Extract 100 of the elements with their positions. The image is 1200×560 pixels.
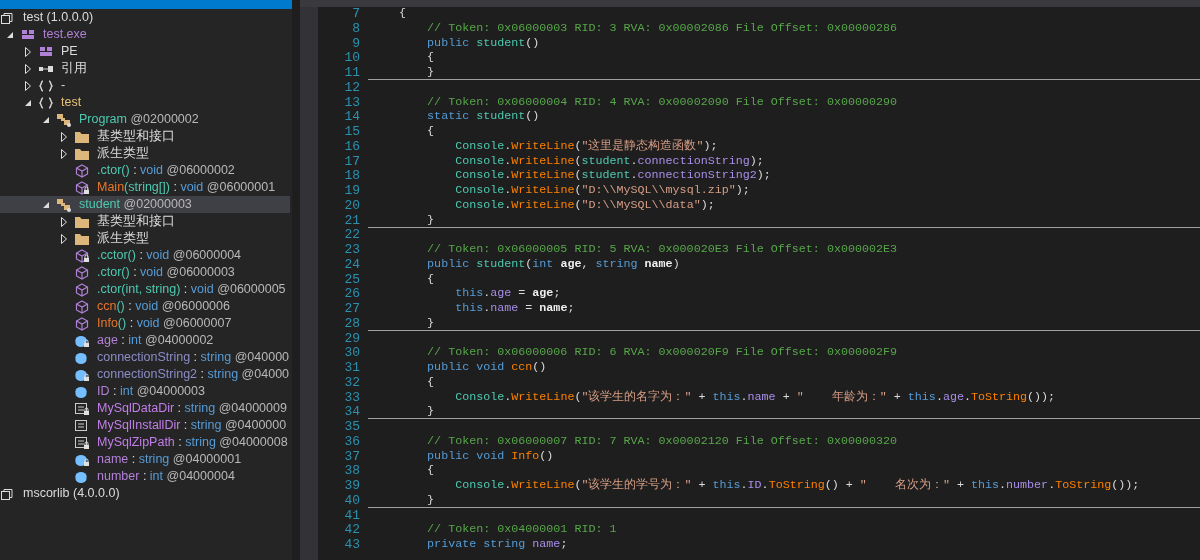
line-number: 15 xyxy=(343,125,360,140)
tree-item[interactable]: PE xyxy=(0,43,290,60)
tree-item[interactable]: MySqlInstallDir : string @0400000 xyxy=(0,417,290,434)
collapsed-triangle-icon[interactable] xyxy=(58,215,70,228)
code-line: // Token: 0x06000005 RID: 5 RVA: 0x000020E3 File Offset: 0x000002E3 xyxy=(426,242,898,256)
line-number: 27 xyxy=(343,302,360,317)
tree-item[interactable]: .cctor() : void @06000004 xyxy=(0,247,290,264)
code-line: public student(int age, string name) xyxy=(426,256,680,271)
collapsed-triangle-icon[interactable] xyxy=(22,62,34,75)
tree-item[interactable]: 引用 xyxy=(0,60,290,77)
line-number: 42 xyxy=(343,523,360,538)
code-line: public void ccn() xyxy=(426,360,547,374)
tree-item[interactable]: student @02000003 xyxy=(0,196,290,213)
code-line: Console.WriteLine("这里是静态构造函数"); xyxy=(454,138,718,153)
line-number: 10 xyxy=(343,51,360,66)
tree-item[interactable]: 基类型和接口 xyxy=(0,213,290,230)
line-number: 26 xyxy=(343,287,360,302)
tree-item[interactable]: mscorlib (4.0.0.0) xyxy=(0,485,290,502)
line-number: 24 xyxy=(343,257,360,273)
line-number: 35 xyxy=(343,420,360,435)
collapsed-triangle-icon[interactable] xyxy=(58,232,70,245)
code-line: public student() xyxy=(426,35,540,50)
code-line: } xyxy=(426,404,435,419)
code-line: this.name = name; xyxy=(454,301,575,315)
line-number: 14 xyxy=(343,110,360,125)
code-line: // Token: 0x06000006 RID: 6 RVA: 0x000020F9 File Offset: 0x000002F9 xyxy=(426,345,898,360)
line-number: 25 xyxy=(343,272,360,288)
code-line: { xyxy=(426,271,435,286)
line-number: 31 xyxy=(343,361,360,376)
line-number: 39 xyxy=(343,479,360,494)
tree-item[interactable]: Info() : void @06000007 xyxy=(0,315,290,332)
line-number: 37 xyxy=(343,449,360,465)
line-number: 33 xyxy=(343,390,360,406)
line-number: 7 xyxy=(351,7,360,22)
code-line: Console.WriteLine(student.connectionString2); xyxy=(454,168,771,183)
code-line: } xyxy=(426,65,435,79)
line-number: 21 xyxy=(343,213,360,229)
code-line: } xyxy=(426,492,435,507)
code-line: // Token: 0x06000004 RID: 4 RVA: 0x00002090 File Offset: 0x00000290 xyxy=(426,94,898,109)
tree-item[interactable]: .ctor(int, string) : void @06000005 xyxy=(0,281,290,298)
code-line: Console.WriteLine("D:\\MySQL\\mysql.zip"); xyxy=(454,183,750,197)
code-line: Console.WriteLine("该学生的学号为：" + this.ID.ToString() + " 名次为：" + this.number.ToString()); xyxy=(454,478,1140,492)
class-icon xyxy=(56,111,72,128)
tree-item[interactable]: test (1.0.0.0) xyxy=(0,9,290,26)
line-number: 29 xyxy=(343,331,360,347)
code-line: // Token: 0x04000001 RID: 1 xyxy=(426,522,617,537)
code-line: } xyxy=(426,212,435,227)
tree-item[interactable]: MySqlZipPath : string @04000008 xyxy=(0,434,290,451)
collapsed-triangle-icon[interactable] xyxy=(58,130,70,143)
code-line: { xyxy=(426,50,435,65)
code-line: { xyxy=(426,124,435,138)
line-number: 23 xyxy=(343,243,360,258)
line-number: 18 xyxy=(343,169,360,184)
tree-item[interactable]: 派生类型 xyxy=(0,230,290,247)
tree-item[interactable]: test xyxy=(0,94,290,111)
tree-item[interactable]: Program @02000002 xyxy=(0,111,290,128)
line-number: 17 xyxy=(343,154,360,170)
line-number: 9 xyxy=(351,36,360,52)
line-number: 30 xyxy=(343,346,360,361)
tree-item[interactable]: test.exe xyxy=(0,26,290,43)
code-line: Console.WriteLine(student.connectionString); xyxy=(454,153,764,168)
code-line: Console.WriteLine("D:\\MySQL\\data"); xyxy=(454,197,715,212)
line-number: 16 xyxy=(343,139,360,155)
line-number: 8 xyxy=(351,21,360,37)
tree-item[interactable]: MySqlDataDir : string @04000009 xyxy=(0,400,290,417)
line-number: 13 xyxy=(343,95,360,111)
code-line: this.age = age; xyxy=(454,286,561,301)
code-line: public void Info() xyxy=(426,448,554,463)
line-number: 11 xyxy=(343,66,360,81)
tree-item[interactable]: ccn() : void @06000006 xyxy=(0,298,290,315)
class-icon xyxy=(56,196,72,213)
code-line: } xyxy=(426,315,435,330)
tree-item[interactable]: .ctor() : void @06000003 xyxy=(0,264,290,281)
tree-item[interactable]: name : string @04000001 xyxy=(0,451,290,468)
collapsed-triangle-icon[interactable] xyxy=(58,147,70,160)
code-line: { xyxy=(398,7,407,20)
line-number: 41 xyxy=(343,508,360,524)
tree-item[interactable]: Main(string[]) : void @06000001 xyxy=(0,179,290,196)
code-line: // Token: 0x06000007 RID: 7 RVA: 0x00002120 File Offset: 0x00000320 xyxy=(426,433,898,448)
line-number: 34 xyxy=(343,405,360,420)
tree-item[interactable]: 基类型和接口 xyxy=(0,128,290,145)
tree-item[interactable]: ID : int @04000003 xyxy=(0,383,290,400)
collapsed-triangle-icon[interactable] xyxy=(22,79,34,92)
line-number: 20 xyxy=(343,198,360,214)
tree-item[interactable]: .ctor() : void @06000002 xyxy=(0,162,290,179)
tree-item[interactable]: connectionString2 : string @04000 xyxy=(0,366,290,383)
code-line: // Token: 0x06000003 RID: 3 RVA: 0x00002086 File Offset: 0x00000286 xyxy=(426,20,898,35)
line-number: 32 xyxy=(343,375,360,391)
tree-item[interactable]: number : int @04000004 xyxy=(0,468,290,485)
tree-item[interactable]: 派生类型 xyxy=(0,145,290,162)
line-number: 43 xyxy=(343,538,360,553)
tree-item[interactable]: age : int @04000002 xyxy=(0,332,290,349)
tree-item[interactable]: connectionString : string @040000 xyxy=(0,349,290,366)
line-number: 19 xyxy=(343,184,360,199)
line-number: 22 xyxy=(343,228,360,243)
line-number: 38 xyxy=(343,464,360,479)
code-line: static student() xyxy=(426,109,540,124)
collapsed-triangle-icon[interactable] xyxy=(22,45,34,58)
tree-item[interactable]: - xyxy=(0,77,290,94)
line-number: 28 xyxy=(343,316,360,332)
